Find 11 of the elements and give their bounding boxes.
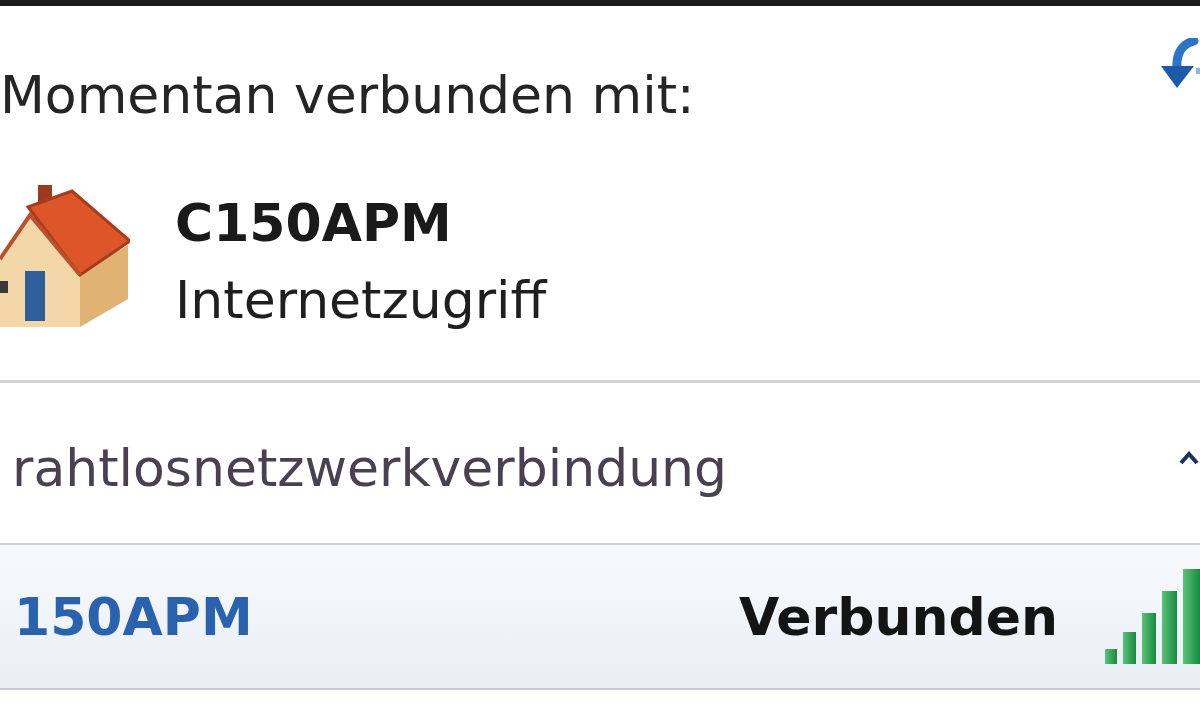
house-icon [0, 185, 130, 330]
refresh-icon[interactable] [1158, 38, 1200, 90]
network-list-item[interactable]: 150APM Verbunden [0, 545, 1200, 690]
network-name: 150APM [14, 585, 254, 649]
adapter-heading: rahtlosnetzwerkverbindung [11, 437, 728, 500]
chevron-up-icon[interactable] [1178, 450, 1200, 466]
section-heading: Momentan verbunden mit: [0, 64, 695, 126]
connection-status: Verbunden [738, 585, 1058, 649]
signal-bars-icon [1105, 569, 1200, 664]
access-status: Internetzugriff [175, 269, 547, 332]
network-name: C150APM [175, 192, 453, 255]
